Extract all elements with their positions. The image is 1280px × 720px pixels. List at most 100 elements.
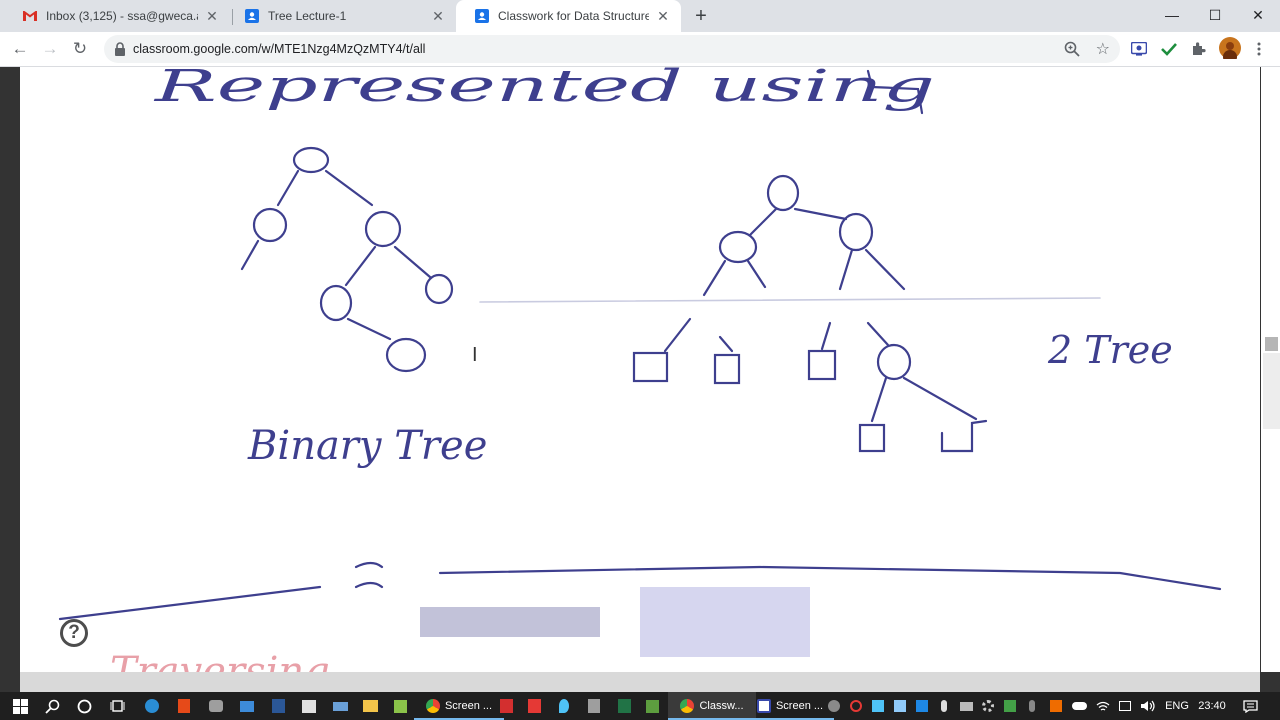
binary-tree-caption: Binary Tree	[247, 423, 487, 469]
tab-gmail[interactable]: Inbox (3,125) - ssa@gweca.ac.in - ✕	[4, 0, 230, 32]
tree-node	[766, 174, 800, 212]
gear-icon[interactable]	[980, 692, 996, 720]
taskbar-app-screen-2[interactable]: Screen ...	[746, 692, 834, 720]
cortana-icon[interactable]	[72, 692, 96, 720]
maximize-button[interactable]: ☐	[1193, 0, 1237, 30]
calculator-icon[interactable]	[582, 692, 606, 720]
close-window-button[interactable]: ✕	[1236, 0, 1280, 30]
tree-node	[718, 230, 758, 264]
tree-node	[385, 337, 427, 373]
opera-icon[interactable]	[848, 692, 864, 720]
tab-classwork[interactable]: Classwork for Data Structures and ✕	[456, 0, 681, 32]
checkmark-extension-icon[interactable]	[1160, 40, 1178, 58]
app-green-icon[interactable]	[640, 692, 664, 720]
forward-button[interactable]: →	[38, 37, 62, 61]
tree-node	[424, 273, 454, 305]
clock[interactable]: 23:40	[1194, 692, 1230, 720]
edge-icon[interactable]	[140, 692, 164, 720]
tree-node	[292, 146, 330, 174]
app-icon[interactable]	[204, 692, 228, 720]
acrobat-icon[interactable]	[522, 692, 546, 720]
tree-edge	[240, 239, 260, 271]
address-bar[interactable]: classroom.google.com/w/MTE1Nzg4MzQzMTY4/…	[104, 35, 1120, 63]
tray-app-icon[interactable]	[914, 692, 930, 720]
excel-icon[interactable]	[612, 692, 636, 720]
tree-edge	[866, 321, 890, 347]
close-icon[interactable]: ✕	[430, 8, 446, 24]
traversing-text: Traversing	[110, 649, 330, 672]
lock-icon	[115, 42, 125, 56]
tray-app-icon[interactable]	[1002, 692, 1018, 720]
keyboard-tray-icon[interactable]	[958, 692, 974, 720]
leaf-node	[858, 423, 886, 453]
microphone-icon[interactable]	[936, 692, 952, 720]
tree-edge	[344, 245, 377, 287]
taskbar-app-screen-1[interactable]: Screen ...	[414, 692, 504, 720]
photos-icon[interactable]	[388, 692, 412, 720]
extensions-puzzle-icon[interactable]	[1190, 40, 1208, 58]
minimize-button[interactable]: —	[1150, 0, 1194, 30]
tray-app-icon[interactable]	[1048, 692, 1064, 720]
volume-icon[interactable]	[1138, 692, 1158, 720]
word-icon[interactable]	[266, 692, 290, 720]
search-icon[interactable]	[40, 692, 64, 720]
tree-edge	[793, 207, 848, 221]
keyboard-icon[interactable]	[328, 692, 352, 720]
tray-app-icon[interactable]	[870, 692, 886, 720]
url-text[interactable]: classroom.google.com/w/MTE1Nzg4MzQzMTY4/…	[133, 42, 425, 56]
menu-kebab-icon[interactable]	[1250, 40, 1268, 58]
store-icon[interactable]	[297, 692, 321, 720]
slide-footer-bar	[20, 672, 1260, 692]
onedrive-icon[interactable]	[1070, 692, 1088, 720]
leaf-node	[713, 353, 741, 385]
tray-app-icon[interactable]	[892, 692, 908, 720]
tree-edge	[324, 169, 374, 207]
folder-icon[interactable]	[358, 692, 382, 720]
zoom-icon[interactable]	[1064, 41, 1080, 57]
help-button[interactable]: ?	[60, 619, 88, 647]
notification-icon[interactable]	[1238, 692, 1262, 720]
profile-avatar[interactable]	[1219, 37, 1241, 59]
bottom-stroke	[58, 585, 322, 621]
taskbar-app-classwork[interactable]: Classw...	[668, 692, 756, 720]
taskbar-app-label: Screen ...	[444, 700, 493, 712]
close-icon[interactable]: ✕	[204, 8, 220, 24]
bottom-stroke	[354, 561, 384, 589]
slides-icon	[244, 8, 260, 24]
vertical-scrollbar[interactable]	[1261, 67, 1280, 672]
bookmark-star-icon[interactable]: ☆	[1096, 39, 1110, 59]
office-icon[interactable]	[172, 692, 196, 720]
tree-edge	[346, 317, 392, 341]
chrome-icon	[425, 699, 440, 713]
scrollbar-thumb[interactable]	[1263, 353, 1280, 429]
network-icon[interactable]	[1116, 692, 1134, 720]
tree-node	[319, 284, 353, 322]
language-indicator[interactable]: ENG	[1160, 692, 1194, 720]
tree-edge	[748, 207, 778, 237]
screencast-extension-icon[interactable]	[1130, 40, 1148, 58]
task-view-icon[interactable]	[105, 692, 129, 720]
tab-title: Tree Lecture-1	[268, 9, 347, 23]
windows-taskbar: Screen ... Classw... Screen ... ENG 23:4…	[0, 692, 1280, 720]
close-icon[interactable]: ✕	[655, 8, 671, 24]
app-red-icon[interactable]	[494, 692, 518, 720]
tab-tree-lecture[interactable]: Tree Lecture-1 ✕	[226, 0, 456, 32]
tree-edge	[276, 169, 300, 207]
taskbar-app-label: Screen ...	[775, 700, 824, 712]
mail-icon[interactable]	[235, 692, 259, 720]
leaf-node	[807, 349, 837, 381]
tab-strip: Inbox (3,125) - ssa@gweca.ac.in - ✕ Tree…	[0, 0, 1280, 32]
gmail-icon	[22, 8, 38, 24]
back-button[interactable]: ←	[8, 37, 32, 61]
skype-icon[interactable]	[826, 692, 842, 720]
microphone-muted-icon[interactable]	[1024, 692, 1040, 720]
tree-node	[252, 207, 288, 243]
new-tab-button[interactable]: +	[690, 5, 712, 27]
bottom-stroke	[438, 565, 1222, 591]
wifi-icon[interactable]	[1094, 692, 1112, 720]
windows-start-icon[interactable]	[8, 692, 32, 720]
reload-button[interactable]: ↻	[68, 37, 92, 61]
lecture-slide[interactable]: Represented using Binary Tree 2 Tree Tra…	[20, 67, 1260, 672]
maps-icon[interactable]	[552, 692, 576, 720]
tree-edge	[902, 376, 978, 421]
